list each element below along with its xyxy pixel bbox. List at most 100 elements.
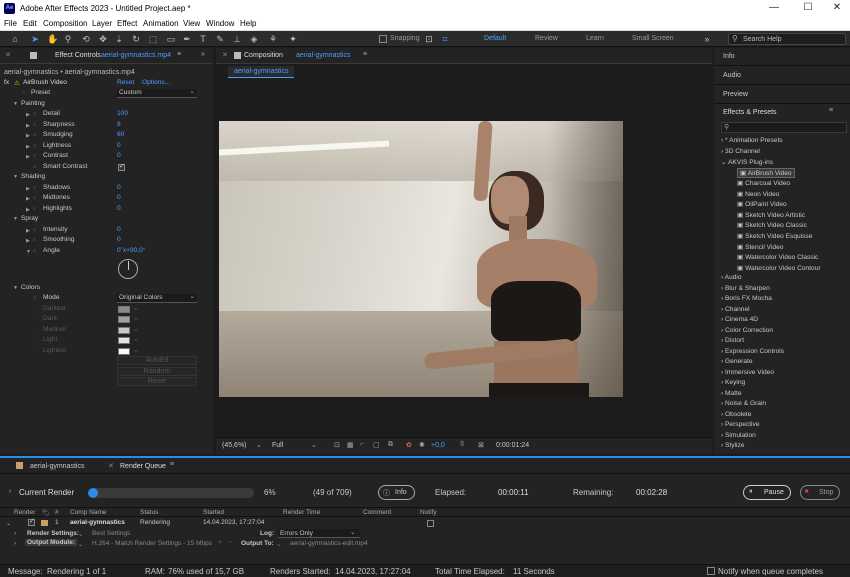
close-tab-icon[interactable]: ✕ (108, 462, 114, 470)
workspace-default[interactable]: Default (484, 35, 506, 42)
panel-menu-icon[interactable]: ≡ (363, 51, 367, 58)
rectangle-tool-icon[interactable]: ▭ (166, 34, 176, 44)
snap-grid-icon[interactable]: ⌗ (440, 34, 450, 44)
chevron-right-icon[interactable]: ▶ (26, 196, 30, 202)
tree-item[interactable]: › Generate (721, 358, 753, 365)
label-color-swatch[interactable] (41, 520, 48, 526)
composition-tab[interactable]: Composition (244, 52, 283, 59)
param-value[interactable]: 0 (117, 184, 121, 191)
resolution-dropdown[interactable]: Full (272, 442, 283, 449)
autoed-button[interactable]: AutoEd (117, 356, 197, 365)
chevron-right-icon[interactable]: ▶ (26, 207, 30, 213)
mask-visibility-icon[interactable]: ⌐ (360, 441, 364, 448)
effect-item[interactable]: ▣ Sketch Video Esquisse (737, 232, 812, 240)
queue-table-row[interactable]: ⌄ ✓ 1 aerial-gymnastics Rendering 14.04.… (0, 518, 850, 528)
tree-item[interactable]: › Keying (721, 379, 745, 386)
zoom-dropdown[interactable]: (45,6%) (222, 442, 247, 449)
log-dropdown[interactable]: Errors Only ⌄ (278, 529, 360, 538)
info-panel-tab[interactable]: Info (714, 48, 850, 66)
colors-group[interactable]: ▼ Colors (0, 284, 212, 295)
output-to-value[interactable]: aerial-gymnastics-edit.mp4 (290, 540, 368, 547)
effect-item-selected[interactable]: ▣ AirBrush Video (737, 168, 795, 178)
hand-tool-icon[interactable]: ✋ (47, 34, 58, 44)
3d-view-icon[interactable]: ⧉ (388, 441, 393, 449)
effect-item[interactable]: ▣ OilPaint Video (737, 200, 787, 208)
effect-item[interactable]: ▣ Stencil Video (737, 243, 783, 251)
param-value[interactable]: 0 (117, 152, 121, 159)
snapping-checkbox[interactable] (379, 35, 387, 43)
stopwatch-icon[interactable]: ◌ (33, 237, 36, 243)
menu-edit[interactable]: Edit (23, 19, 37, 28)
reset-colors-button[interactable]: Reset (117, 377, 197, 386)
chevron-down-icon[interactable]: ⌄ (78, 540, 83, 548)
effect-item[interactable]: ▣ Sketch Video Artistic (737, 211, 805, 219)
param-value[interactable]: 0 (117, 194, 121, 201)
stopwatch-icon[interactable]: ◌ (33, 122, 36, 128)
chevron-right-icon[interactable]: ▶ (26, 154, 30, 160)
region-of-interest-icon[interactable]: ⊡ (334, 441, 340, 449)
tree-item[interactable]: › Perspective (721, 421, 759, 428)
tree-item[interactable]: › Simulation (721, 432, 756, 439)
view-options-icon[interactable]: ▢ (373, 441, 380, 449)
pen-tool-icon[interactable]: ✒ (182, 34, 192, 44)
timecode-display[interactable]: 0:00:01:24 (496, 442, 529, 449)
eyedropper-icon[interactable]: ⌁ (134, 315, 138, 323)
col-comp-name[interactable]: Comp Name (70, 509, 106, 516)
chevron-down-icon[interactable]: ⌄ (276, 540, 281, 548)
composition-viewer[interactable] (219, 121, 623, 397)
chevron-right-icon[interactable]: › (9, 488, 11, 495)
pause-button[interactable]: ⏸ Pause (743, 485, 791, 500)
rotate-tool-icon[interactable]: ↻ (131, 34, 141, 44)
spray-group[interactable]: ▼ Spray (0, 215, 212, 226)
chevron-right-icon[interactable]: ▶ (26, 228, 30, 234)
param-value[interactable]: 100 (117, 110, 128, 117)
chevron-right-icon[interactable]: ▶ (26, 186, 30, 192)
close-panel-icon[interactable]: ✕ (5, 51, 11, 59)
angle-dial[interactable] (118, 259, 138, 279)
panel-menu-icon[interactable]: ≡ (170, 461, 174, 468)
effect-item[interactable]: ▣ Neon Video (737, 190, 779, 198)
param-value[interactable]: 0 (117, 142, 121, 149)
col-started[interactable]: Started (203, 509, 224, 516)
effects-presets-tab[interactable]: Effects & Presets (723, 109, 777, 116)
render-checkbox[interactable]: ✓ (28, 518, 35, 526)
color-swatch[interactable] (118, 327, 130, 334)
tree-item[interactable]: › Stylize (721, 442, 744, 449)
chevron-right-icon[interactable]: ▶ (26, 238, 30, 244)
tree-item[interactable]: › Obsolete (721, 411, 751, 418)
brush-tool-icon[interactable]: ✎ (215, 34, 225, 44)
workspace-review[interactable]: Review (535, 35, 558, 42)
tree-item[interactable]: › Blur & Sharpen (721, 285, 770, 292)
chevron-down-icon[interactable]: ⌄ (6, 519, 11, 527)
param-value[interactable]: 0 (117, 205, 121, 212)
col-render[interactable]: Render (14, 509, 35, 516)
pan-behind-tool-icon[interactable]: ⬚ (148, 34, 158, 44)
chevron-down-icon[interactable]: ▼ (26, 249, 31, 255)
chevron-right-icon[interactable]: ▶ (26, 144, 30, 150)
tree-item[interactable]: › Noise & Grain (721, 400, 766, 407)
snapshot-icon[interactable]: ⌷ (460, 441, 464, 449)
stopwatch-icon[interactable]: ◌ (33, 132, 36, 138)
tree-item[interactable]: › Boris FX Mocha (721, 295, 772, 302)
tree-item[interactable]: › Cinema 4D (721, 316, 758, 323)
param-value[interactable]: 0 (117, 236, 121, 243)
home-icon[interactable]: ⌂ (10, 34, 20, 44)
param-value[interactable]: 0 (117, 226, 121, 233)
color-swatch[interactable] (118, 348, 130, 355)
preset-dropdown[interactable]: Custom (117, 87, 197, 98)
chevron-right-icon[interactable]: ▶ (26, 133, 30, 139)
orbit-tool-icon[interactable]: ⟲ (81, 34, 91, 44)
notify-queue-checkbox[interactable] (707, 567, 715, 575)
effect-item[interactable]: ▣ Charcoal Video (737, 179, 790, 187)
show-snapshot-icon[interactable]: ⊠ (478, 441, 484, 449)
eyedropper-icon[interactable]: ⌁ (134, 347, 138, 355)
smart-contrast-checkbox[interactable] (118, 162, 125, 171)
render-queue-tab[interactable]: Render Queue (120, 463, 166, 470)
zoom-tool-icon[interactable]: ⚲ (63, 34, 73, 44)
chevron-right-icon[interactable]: ▶ (26, 123, 30, 129)
menu-view[interactable]: View (183, 19, 200, 28)
stopwatch-icon[interactable]: ◌ (33, 227, 36, 233)
shading-group[interactable]: ▼ Shading (0, 173, 212, 184)
tree-item[interactable]: ⌄ AKVIS Plug-ins (721, 158, 773, 166)
add-output-icon[interactable]: + (218, 539, 222, 546)
